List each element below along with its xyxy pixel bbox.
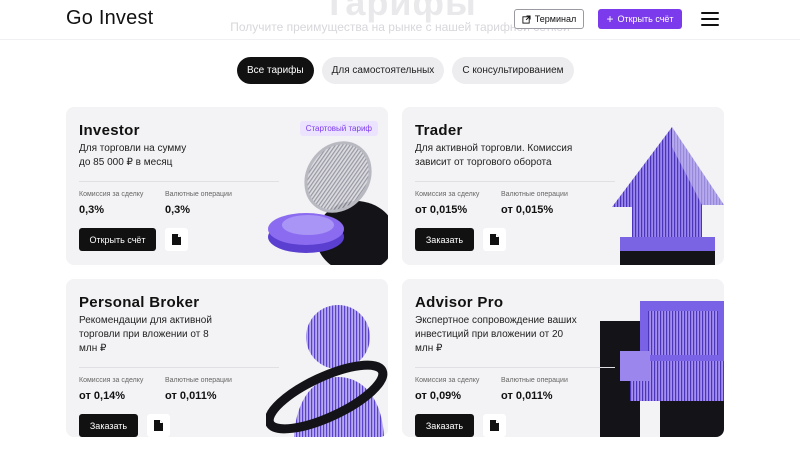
document-icon — [490, 234, 499, 245]
tariff-card-advisor-pro: Advisor Pro Экспертное сопровождение ваш… — [402, 279, 724, 437]
terminal-button[interactable]: Терминал — [514, 9, 584, 29]
order-button[interactable]: Заказать — [415, 228, 474, 251]
metric-label: Валютные операции — [501, 191, 568, 198]
card-title: Advisor Pro — [415, 294, 504, 311]
filter-all[interactable]: Все тарифы — [237, 57, 314, 84]
card-metrics: Комиссия за сделку 0,3% Валютные операци… — [79, 191, 232, 216]
blocks-illustration — [600, 301, 724, 437]
card-description: Для активной торговли. Комиссия зависит … — [415, 143, 573, 168]
card-metrics: Комиссия за сделку от 0,015% Валютные оп… — [415, 191, 568, 216]
metric-value: от 0,015% — [415, 204, 468, 216]
open-account-button[interactable]: Открыть счёт — [79, 228, 156, 251]
document-button[interactable] — [165, 228, 188, 251]
card-title: Trader — [415, 122, 463, 139]
filter-consulting[interactable]: С консультированием — [452, 57, 574, 84]
card-description: Для торговли на сумму до 85 000 ₽ в меся… — [79, 143, 187, 168]
card-divider — [79, 181, 279, 182]
tariff-card-personal-broker: Personal Broker Рекомендации для активно… — [66, 279, 388, 437]
order-button[interactable]: Заказать — [415, 414, 474, 437]
metric-label: Комиссия за сделку — [415, 377, 480, 384]
logo[interactable]: Go Invest — [66, 7, 153, 30]
card-description: Рекомендации для активной торговли при в… — [79, 315, 212, 354]
metric-label: Комиссия за сделку — [415, 191, 480, 198]
document-button[interactable] — [483, 228, 506, 251]
document-button[interactable] — [483, 414, 506, 437]
arrow-up-illustration — [612, 127, 724, 265]
document-button[interactable] — [147, 414, 170, 437]
metric-value: от 0,14% — [79, 390, 126, 402]
metric-label: Валютные операции — [501, 377, 568, 384]
open-account-button[interactable]: + Открыть счёт — [598, 9, 682, 29]
metric-value: 0,3% — [165, 204, 191, 216]
metric-label: Комиссия за сделку — [79, 191, 144, 198]
card-description: Экспертное сопровождение ваших инвестици… — [415, 315, 577, 354]
external-link-icon — [522, 14, 531, 24]
starter-badge: Стартовый тариф — [299, 121, 378, 136]
filter-self[interactable]: Для самостоятельных — [321, 57, 445, 84]
top-header: Go Invest Терминал + Открыть счёт — [0, 0, 800, 40]
card-metrics: Комиссия за сделку от 0,14% Валютные опе… — [79, 377, 232, 402]
person-illustration — [266, 305, 388, 437]
metric-label: Валютные операции — [165, 377, 232, 384]
metric-value: от 0,015% — [501, 204, 554, 216]
document-icon — [154, 420, 163, 431]
card-title: Investor — [79, 122, 140, 139]
card-divider — [415, 367, 615, 368]
document-icon — [490, 420, 499, 431]
metric-value: от 0,09% — [415, 390, 462, 402]
order-button[interactable]: Заказать — [79, 414, 138, 437]
metric-value: от 0,011% — [165, 390, 217, 402]
metric-value: от 0,011% — [501, 390, 553, 402]
document-icon — [172, 234, 181, 245]
coin-illustration — [268, 141, 388, 265]
card-divider — [415, 181, 615, 182]
menu-icon[interactable] — [701, 12, 719, 26]
tariff-card-trader: Trader Для активной торговли. Комиссия з… — [402, 107, 724, 265]
metric-label: Валютные операции — [165, 191, 232, 198]
open-account-button-label: Открыть счёт — [617, 14, 674, 24]
plus-icon: + — [606, 11, 614, 26]
terminal-button-label: Терминал — [534, 14, 577, 24]
tariff-filters: Все тарифы Для самостоятельных С консуль… — [237, 57, 574, 84]
card-divider — [79, 367, 279, 368]
card-title: Personal Broker — [79, 294, 200, 311]
card-metrics: Комиссия за сделку от 0,09% Валютные опе… — [415, 377, 568, 402]
metric-label: Комиссия за сделку — [79, 377, 144, 384]
tariff-card-investor: Стартовый тариф Investor Для торговли на… — [66, 107, 388, 265]
metric-value: 0,3% — [79, 204, 105, 216]
